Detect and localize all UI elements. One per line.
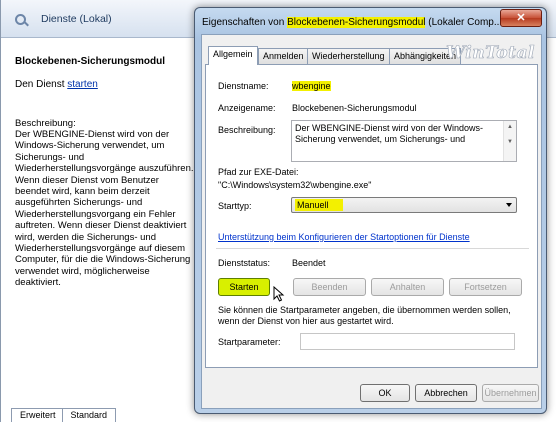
- tab-standard[interactable]: Standard: [61, 408, 117, 422]
- service-status-label: Dienststatus:: [218, 258, 271, 268]
- service-description: Der WBENGINE-Dienst wird von der Windows…: [15, 129, 194, 289]
- tab-allgemein[interactable]: Allgemein: [208, 46, 258, 65]
- selected-service-name: Blockebenen-Sicherungsmodul: [15, 56, 166, 67]
- display-name-value: Blockebenen-Sicherungsmodul: [292, 103, 417, 113]
- separator: [216, 248, 529, 249]
- start-parameters-label: Startparameter:: [218, 337, 281, 347]
- ok-button[interactable]: OK: [360, 384, 410, 402]
- exe-path-value: "C:\Windows\system32\wbengine.exe": [218, 180, 372, 190]
- resume-button[interactable]: Fortsetzen: [449, 278, 522, 296]
- startup-type-value: Manuell: [295, 199, 343, 211]
- cancel-button[interactable]: Abbrechen: [415, 384, 477, 402]
- description-scrollbar[interactable]: ▲ ▼: [503, 121, 516, 161]
- scroll-down-icon[interactable]: ▼: [504, 136, 516, 149]
- description-textbox[interactable]: Der WBENGINE-Dienst wird von der Windows…: [291, 120, 517, 162]
- dialog-title-prefix: Eigenschaften von: [202, 17, 288, 28]
- service-name-value: wbengine: [292, 81, 331, 91]
- close-button[interactable]: ✕: [500, 9, 542, 27]
- startup-type-select[interactable]: Manuell: [291, 197, 517, 213]
- start-parameters-hint: Sie können die Startparameter angeben, d…: [218, 305, 511, 326]
- start-service-line: Den Dienst starten: [15, 79, 98, 90]
- services-header-title: Dienste (Lokal): [41, 13, 112, 25]
- wintotal-watermark: WinTotal: [446, 43, 535, 64]
- chevron-down-icon: [506, 203, 512, 207]
- service-status-value: Beendet: [292, 258, 326, 268]
- display-name-label: Anzeigename:: [218, 103, 276, 113]
- mouse-cursor-icon: [273, 286, 285, 302]
- service-name-label: Dienstname:: [218, 81, 269, 91]
- dialog-client: Allgemein Anmelden Wiederherstellung Abh…: [201, 34, 542, 409]
- exe-path-label: Pfad zur EXE-Datei:: [218, 167, 299, 177]
- view-tabs: Erweitert Standard: [11, 408, 117, 422]
- properties-dialog: Eigenschaften von Blockebenen-Sicherungs…: [194, 7, 547, 414]
- dialog-titlebar[interactable]: Eigenschaften von Blockebenen-Sicherungs…: [195, 8, 546, 35]
- description-text: Der WBENGINE-Dienst wird von der Windows…: [295, 123, 484, 144]
- stop-button[interactable]: Beenden: [293, 278, 366, 296]
- dialog-title-suffix: (Lokaler Comp...: [425, 17, 502, 28]
- dialog-title-service: Blockebenen-Sicherungsmodul: [287, 17, 426, 28]
- start-service-prefix: Den Dienst: [15, 79, 68, 90]
- startup-type-label: Starttyp:: [218, 201, 252, 211]
- tab-erweitert[interactable]: Erweitert: [11, 408, 65, 422]
- start-service-link[interactable]: starten: [67, 79, 98, 90]
- startup-options-help-link[interactable]: Unterstützung beim Konfigurieren der Sta…: [218, 232, 470, 242]
- dialog-title: Eigenschaften von Blockebenen-Sicherungs…: [202, 17, 502, 28]
- general-tab-panel: WinTotal Dienstname: wbengine Anzeigenam…: [205, 43, 538, 368]
- start-parameters-input[interactable]: [300, 333, 515, 350]
- apply-button[interactable]: Übernehmen: [482, 384, 539, 402]
- tab-anmelden[interactable]: Anmelden: [258, 48, 309, 64]
- tab-wiederherstellung[interactable]: Wiederherstellung: [307, 48, 390, 64]
- start-button[interactable]: Starten: [218, 278, 270, 296]
- description-heading: Beschreibung:: [15, 118, 76, 129]
- description-label: Beschreibung:: [218, 125, 276, 135]
- pause-button[interactable]: Anhalten: [371, 278, 444, 296]
- gear-icon: [15, 14, 26, 25]
- scroll-up-icon[interactable]: ▲: [504, 121, 516, 134]
